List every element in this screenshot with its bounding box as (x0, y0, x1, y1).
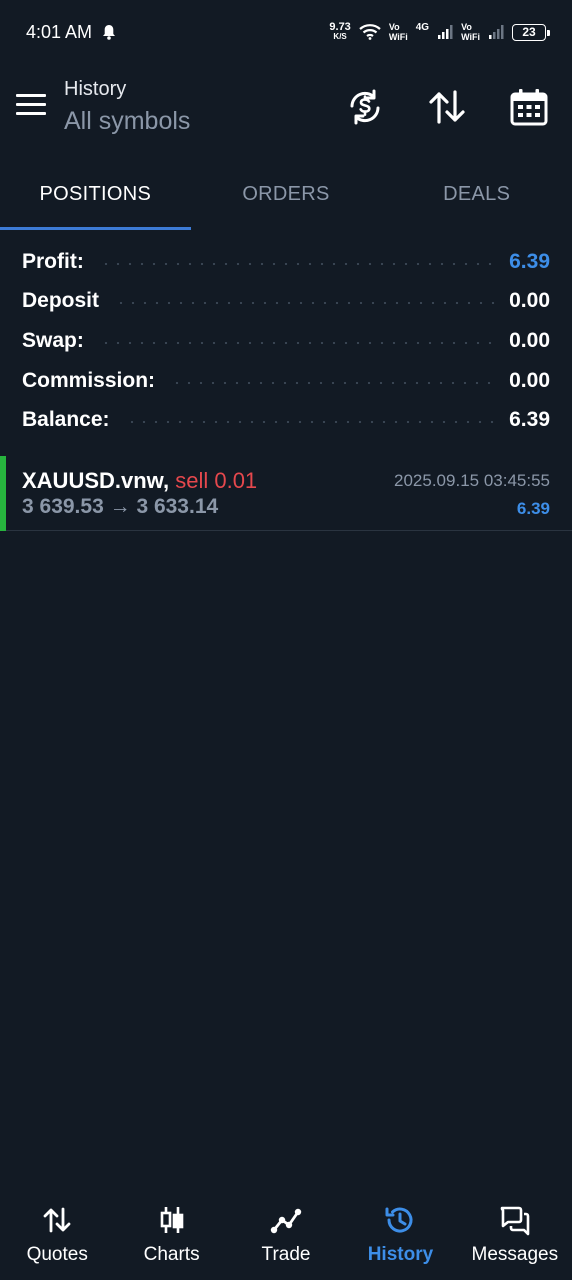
status-right: 9.73 K/S Vo WiFi 4G Vo WiFi 23 (329, 22, 550, 42)
summary-label: Swap: (22, 328, 84, 352)
app-bar: History All symbols (0, 64, 572, 158)
nav-messages[interactable]: Messages (458, 1190, 572, 1280)
dotted-leader (99, 262, 496, 265)
vowifi-1-top: Vo (388, 22, 400, 32)
vowifi-indicator-2: Vo WiFi (461, 22, 480, 42)
nav-trade[interactable]: Trade (229, 1190, 343, 1280)
title-block[interactable]: History All symbols (64, 78, 190, 136)
summary-value: 0.00 (509, 328, 550, 352)
tab-positions[interactable]: POSITIONS (0, 158, 191, 230)
wifi-icon (359, 24, 381, 40)
dotted-leader (171, 381, 496, 384)
nav-label: Trade (261, 1244, 311, 1265)
position-symbol: XAUUSD.vnw, (22, 468, 170, 493)
signal-strength-icon (438, 25, 453, 39)
dotted-leader (125, 421, 496, 424)
nav-label: Quotes (26, 1244, 88, 1265)
vowifi-indicator-1: Vo WiFi (389, 22, 408, 42)
nav-quotes[interactable]: Quotes (0, 1190, 114, 1280)
nav-label: Messages (471, 1244, 559, 1265)
vowifi-2-bottom: WiFi (461, 32, 480, 42)
position-profit: 6.39 (516, 499, 550, 518)
nav-charts[interactable]: Charts (114, 1190, 228, 1280)
open-price: 3 639.53 (22, 495, 104, 518)
summary-row-swap: Swap: 0.00 (22, 321, 550, 361)
nav-history[interactable]: History (343, 1190, 457, 1280)
page-title: History (64, 78, 127, 100)
nav-label: Charts (143, 1244, 200, 1265)
dotted-leader (99, 341, 496, 344)
status-time: 4:01 AM (26, 21, 93, 42)
summary-label: Deposit (22, 289, 100, 313)
bottom-nav: Quotes Charts Trade History Messages (0, 1190, 572, 1280)
calendar-icon[interactable] (510, 88, 548, 126)
vowifi-1-bottom: WiFi (388, 32, 408, 42)
symbol-filter[interactable]: All symbols (64, 107, 190, 136)
summary-label: Commission: (22, 368, 156, 392)
menu-icon[interactable] (16, 94, 46, 118)
summary-row-profit: Profit: 6.39 (22, 242, 550, 282)
quotes-icon (43, 1207, 71, 1233)
battery-level: 23 (522, 25, 536, 39)
summary-row-balance: Balance: 6.39 (22, 400, 550, 440)
signal-strength-2-icon (489, 25, 504, 39)
dotted-leader (115, 302, 496, 305)
summary-row-commission: Commission: 0.00 (22, 361, 550, 401)
position-marker (0, 456, 6, 531)
notification-bell-icon (103, 25, 116, 40)
summary-value: 6.39 (509, 249, 550, 273)
battery-icon: 23 (512, 23, 550, 41)
vowifi-2-top: Vo (461, 22, 472, 32)
summary-value: 0.00 (509, 289, 550, 313)
position-time: 2025.09.15 03:45:55 (394, 471, 550, 490)
summary-label: Balance: (22, 408, 110, 432)
trade-icon (270, 1208, 302, 1234)
summary-row-deposit: Deposit 0.00 (22, 282, 550, 322)
charts-icon (160, 1207, 183, 1233)
sort-icon[interactable] (428, 88, 466, 126)
summary-value: 6.39 (509, 408, 550, 432)
nav-label: History (367, 1244, 434, 1265)
summary-panel: Profit: 6.39 Deposit 0.00 Swap: 0.00 Com… (22, 242, 550, 440)
position-side: sell 0.01 (175, 468, 258, 493)
sync-currency-icon[interactable] (346, 88, 384, 126)
net-speed: 9.73 K/S (329, 22, 350, 42)
position-prices: 3 639.53 → 3 633.14 (22, 495, 218, 519)
tab-orders[interactable]: ORDERS (191, 158, 382, 230)
status-left: 4:01 AM (26, 22, 116, 43)
net-speed-unit: K/S (333, 32, 347, 41)
list-item[interactable]: XAUUSD.vnw, sell 0.01 3 639.53 → 3 633.1… (0, 456, 572, 531)
net-speed-value: 9.73 (329, 21, 351, 33)
history-tabs: POSITIONS ORDERS DEALS (0, 158, 572, 230)
messages-icon (500, 1206, 530, 1236)
position-title: XAUUSD.vnw, sell 0.01 (22, 468, 257, 494)
summary-label: Profit: (22, 249, 84, 273)
summary-value: 0.00 (509, 368, 550, 392)
tab-deals[interactable]: DEALS (381, 158, 572, 230)
status-bar: 4:01 AM 9.73 K/S Vo WiFi 4G Vo WiFi 23 (0, 0, 572, 64)
history-icon (385, 1207, 413, 1233)
network-type: 4G (415, 22, 430, 33)
close-price: 3 633.14 (136, 495, 219, 518)
price-arrow: → (109, 495, 131, 518)
